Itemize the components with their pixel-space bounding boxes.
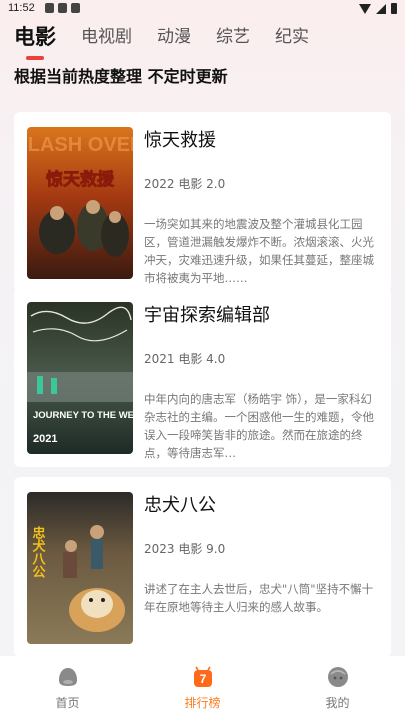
tab-anime[interactable]: 动漫 <box>157 24 191 50</box>
poster-title-text: JOURNEY TO THE WEST <box>33 410 133 421</box>
ranking-badge-number: 7 <box>199 672 206 686</box>
home-icon <box>58 667 77 686</box>
ranking-icon: 7 <box>193 666 212 687</box>
movie-card[interactable]: FLASH OVER 惊天救援 惊天救援 2022 电影 2.0 一场突如其来的… <box>14 112 391 292</box>
tab-indicator <box>26 56 44 60</box>
movie-description: 讲述了在主人去世后，忠犬"八筒"坚持不懈十年在原地等待主人归来的感人故事。 <box>144 582 374 614</box>
category-tabs: 电影 电视剧 动漫 综艺 纪实 <box>14 24 334 60</box>
system-icons <box>359 3 397 14</box>
signal-icon <box>376 3 386 14</box>
bottom-navigation: 首页 7 排行榜 我的 <box>0 656 405 720</box>
movie-card[interactable]: JOURNEY TO THE WEST 2021 宇宙探索编辑部 2021 电影… <box>14 287 391 467</box>
movie-meta: 2023 电影 9.0 <box>144 542 226 556</box>
status-time: 11:52 <box>8 2 35 14</box>
tab-documentary[interactable]: 纪实 <box>275 24 309 50</box>
movie-meta: 2022 电影 2.0 <box>144 177 226 191</box>
poster-top-text: FLASH OVER <box>27 134 133 156</box>
status-bar: 11:52 <box>0 0 405 18</box>
movie-description: 中年内向的唐志军（杨皓宇 饰），是一家科幻杂志社的主编。一个困惑他一生的难题，令… <box>144 392 374 460</box>
movie-poster: JOURNEY TO THE WEST 2021 <box>27 302 133 454</box>
movie-title: 惊天救援 <box>144 130 216 151</box>
download-icon <box>58 3 67 13</box>
movie-card[interactable]: 忠犬八公 忠犬八公 2023 电影 9.0 讲述了在主人去世后，忠犬"八筒"坚持… <box>14 477 391 657</box>
movie-poster: FLASH OVER 惊天救援 <box>27 127 133 279</box>
poster-title-text: 惊天救援 <box>46 169 115 190</box>
battery-icon <box>391 3 397 14</box>
poster-image-flashover: FLASH OVER 惊天救援 <box>27 127 133 279</box>
notification-icons <box>45 3 80 13</box>
app-icon <box>71 3 80 13</box>
poster-year-text: 2021 <box>33 433 57 445</box>
tab-variety[interactable]: 综艺 <box>216 24 250 50</box>
shield-icon <box>45 3 54 13</box>
poster-image-hachiko: 忠犬八公 <box>27 492 133 644</box>
movie-poster: 忠犬八公 <box>27 492 133 644</box>
ranking-subtitle: 根据当前热度整理 不定时更新 <box>14 67 228 86</box>
nav-label: 排行榜 <box>184 695 221 710</box>
tab-movie[interactable]: 电影 <box>14 24 56 60</box>
movie-title: 宇宙探索编辑部 <box>144 305 270 326</box>
profile-icon <box>327 666 348 687</box>
tab-label: 电影 <box>14 25 56 49</box>
nav-ranking[interactable]: 7 排行榜 <box>153 666 253 711</box>
nav-label: 首页 <box>55 695 80 710</box>
movie-title: 忠犬八公 <box>144 495 216 516</box>
nav-label: 我的 <box>325 695 350 710</box>
tab-tv[interactable]: 电视剧 <box>81 24 132 50</box>
movie-description: 一场突如其来的地震波及整个灌城县化工园区，管道泄漏触发爆炸不断。浓烟滚滚、火光冲… <box>144 217 374 285</box>
movie-meta: 2021 电影 4.0 <box>144 352 226 366</box>
poster-title-text: 忠犬八公 <box>30 525 47 578</box>
poster-image-journey: JOURNEY TO THE WEST 2021 <box>27 302 133 454</box>
nav-profile[interactable]: 我的 <box>288 666 388 711</box>
wifi-icon <box>359 3 371 14</box>
nav-home[interactable]: 首页 <box>18 666 118 711</box>
